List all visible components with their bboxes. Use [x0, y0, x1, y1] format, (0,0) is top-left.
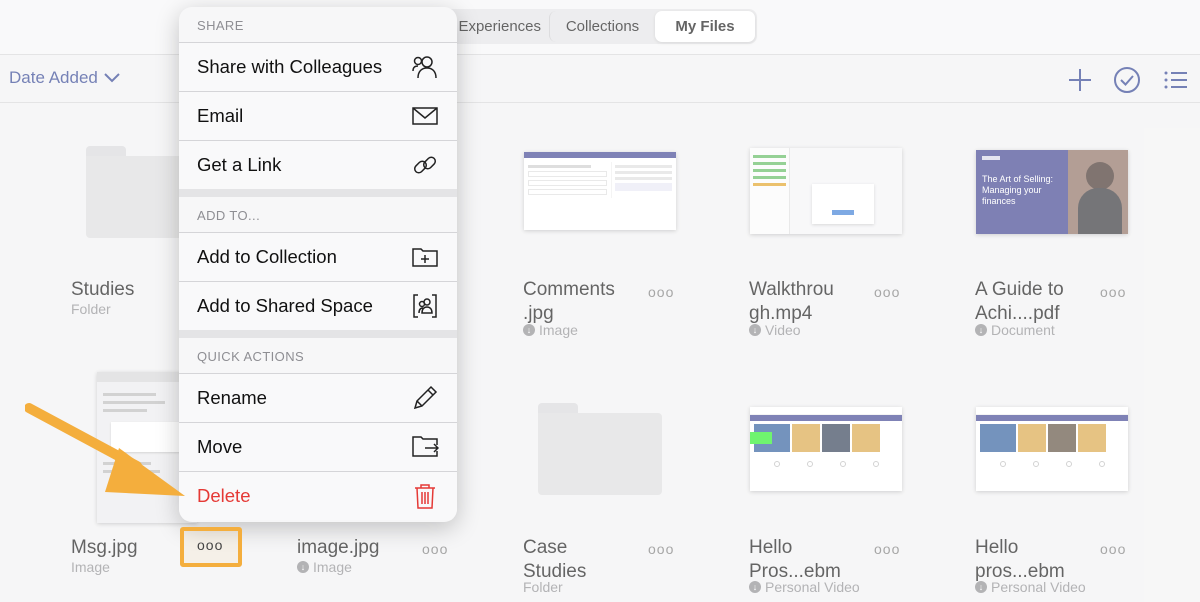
download-icon: ↓: [749, 324, 761, 336]
link-icon: [413, 156, 437, 174]
more-options-button[interactable]: ooo: [648, 284, 674, 300]
download-icon: ↓: [523, 324, 535, 336]
tile-name: Hello pros...ebm: [975, 537, 1065, 582]
people-icon: [412, 56, 437, 79]
tile-type: ↓ Personal Video: [749, 579, 860, 595]
menu-item-label: Email: [197, 105, 244, 126]
menu-separator: [179, 189, 457, 197]
tile-type-label: Personal Video: [765, 579, 860, 595]
tile-name: Studies: [71, 279, 135, 300]
folder-plus-icon: [412, 248, 438, 267]
pencil-icon: [413, 385, 438, 410]
video-thumbnail[interactable]: [750, 148, 902, 234]
tile-name: Hello Pros...ebm: [749, 537, 841, 582]
menu-section-add-to: ADD TO...: [197, 208, 261, 223]
view-segmented-control: Experiences Collections My Files: [430, 9, 757, 44]
tab-my-files[interactable]: My Files: [655, 11, 755, 42]
plus-icon[interactable]: [1066, 66, 1094, 94]
envelope-icon: [412, 107, 438, 125]
download-icon: ↓: [975, 581, 987, 593]
tile-type-label: Personal Video: [991, 579, 1086, 595]
tile-type: ↓ Personal Video: [975, 579, 1086, 595]
menu-item-label: Delete: [197, 485, 251, 506]
menu-item-label: Add to Collection: [197, 246, 337, 267]
menu-item-label: Rename: [197, 387, 267, 408]
download-icon: ↓: [297, 561, 309, 573]
menu-item-add-to-collection[interactable]: Add to Collection: [179, 232, 457, 281]
menu-section-share: SHARE: [197, 18, 244, 33]
menu-item-label: Get a Link: [197, 154, 282, 175]
tile-type: Folder: [71, 301, 111, 317]
tile-name: Case Studies: [523, 537, 587, 582]
more-options-label: ooo: [197, 537, 224, 553]
menu-separator: [179, 330, 457, 338]
menu-item-label: Share with Colleagues: [197, 56, 383, 77]
menu-item-delete[interactable]: Delete: [179, 471, 457, 520]
image-thumbnail[interactable]: [524, 152, 676, 230]
tile-name: image.jpg: [297, 537, 380, 558]
tile-name: Comments .jpg: [523, 279, 615, 324]
tile-type-label: Image: [313, 559, 352, 575]
video-thumbnail[interactable]: [750, 407, 902, 491]
tile-type: Folder: [523, 579, 563, 595]
trash-icon: [415, 484, 435, 509]
check-circle-icon[interactable]: [1113, 66, 1141, 94]
menu-item-email[interactable]: Email: [179, 91, 457, 140]
menu-item-share-with-colleagues[interactable]: Share with Colleagues: [179, 42, 457, 91]
context-menu: SHARE Share with Colleagues Email Get a …: [179, 7, 457, 522]
menu-item-rename[interactable]: Rename: [179, 373, 457, 422]
tile-type: Image: [71, 559, 110, 575]
chevron-down-icon: [104, 73, 120, 83]
document-thumbnail-title: The Art of Selling: Managing your financ…: [982, 174, 1054, 206]
tutorial-arrow-icon: [25, 403, 185, 496]
menu-section-quick-actions: QUICK ACTIONS: [197, 349, 305, 364]
tile-type-label: Video: [765, 322, 801, 338]
folder-thumbnail[interactable]: [538, 403, 662, 495]
more-options-button[interactable]: ooo: [1100, 541, 1126, 557]
folder-move-icon: [412, 436, 439, 457]
list-icon[interactable]: [1162, 66, 1190, 94]
more-options-button[interactable]: ooo: [874, 284, 900, 300]
video-thumbnail[interactable]: [976, 407, 1128, 491]
menu-item-label: Add to Shared Space: [197, 295, 373, 316]
tile-type: ↓ Image: [523, 322, 578, 338]
menu-item-move[interactable]: Move: [179, 422, 457, 471]
tile-type: ↓ Document: [975, 322, 1055, 338]
tile-name: A Guide to Achi....pdf: [975, 279, 1064, 324]
tile-type: ↓ Image: [297, 559, 352, 575]
folder-thumbnail[interactable]: [86, 146, 186, 238]
tile-name: Msg.jpg: [71, 537, 138, 558]
tab-collections[interactable]: Collections: [549, 11, 655, 42]
menu-item-get-a-link[interactable]: Get a Link: [179, 140, 457, 189]
tile-name: Walkthrou gh.mp4: [749, 279, 834, 324]
tile-type-label: Image: [539, 322, 578, 338]
menu-item-add-to-shared-space[interactable]: Add to Shared Space: [179, 281, 457, 330]
tile-type: ↓ Video: [749, 322, 801, 338]
tile-type-label: Document: [991, 322, 1055, 338]
more-options-button[interactable]: ooo: [422, 541, 448, 557]
document-thumbnail[interactable]: The Art of Selling: Managing your financ…: [976, 150, 1128, 234]
more-options-button[interactable]: ooo: [1100, 284, 1126, 300]
sort-label: Date Added: [9, 68, 98, 87]
sort-dropdown[interactable]: Date Added: [9, 68, 120, 88]
download-icon: ↓: [975, 324, 987, 336]
download-icon: ↓: [749, 581, 761, 593]
more-options-button[interactable]: ooo: [648, 541, 674, 557]
shared-space-icon: [413, 294, 437, 318]
more-options-button[interactable]: ooo: [874, 541, 900, 557]
